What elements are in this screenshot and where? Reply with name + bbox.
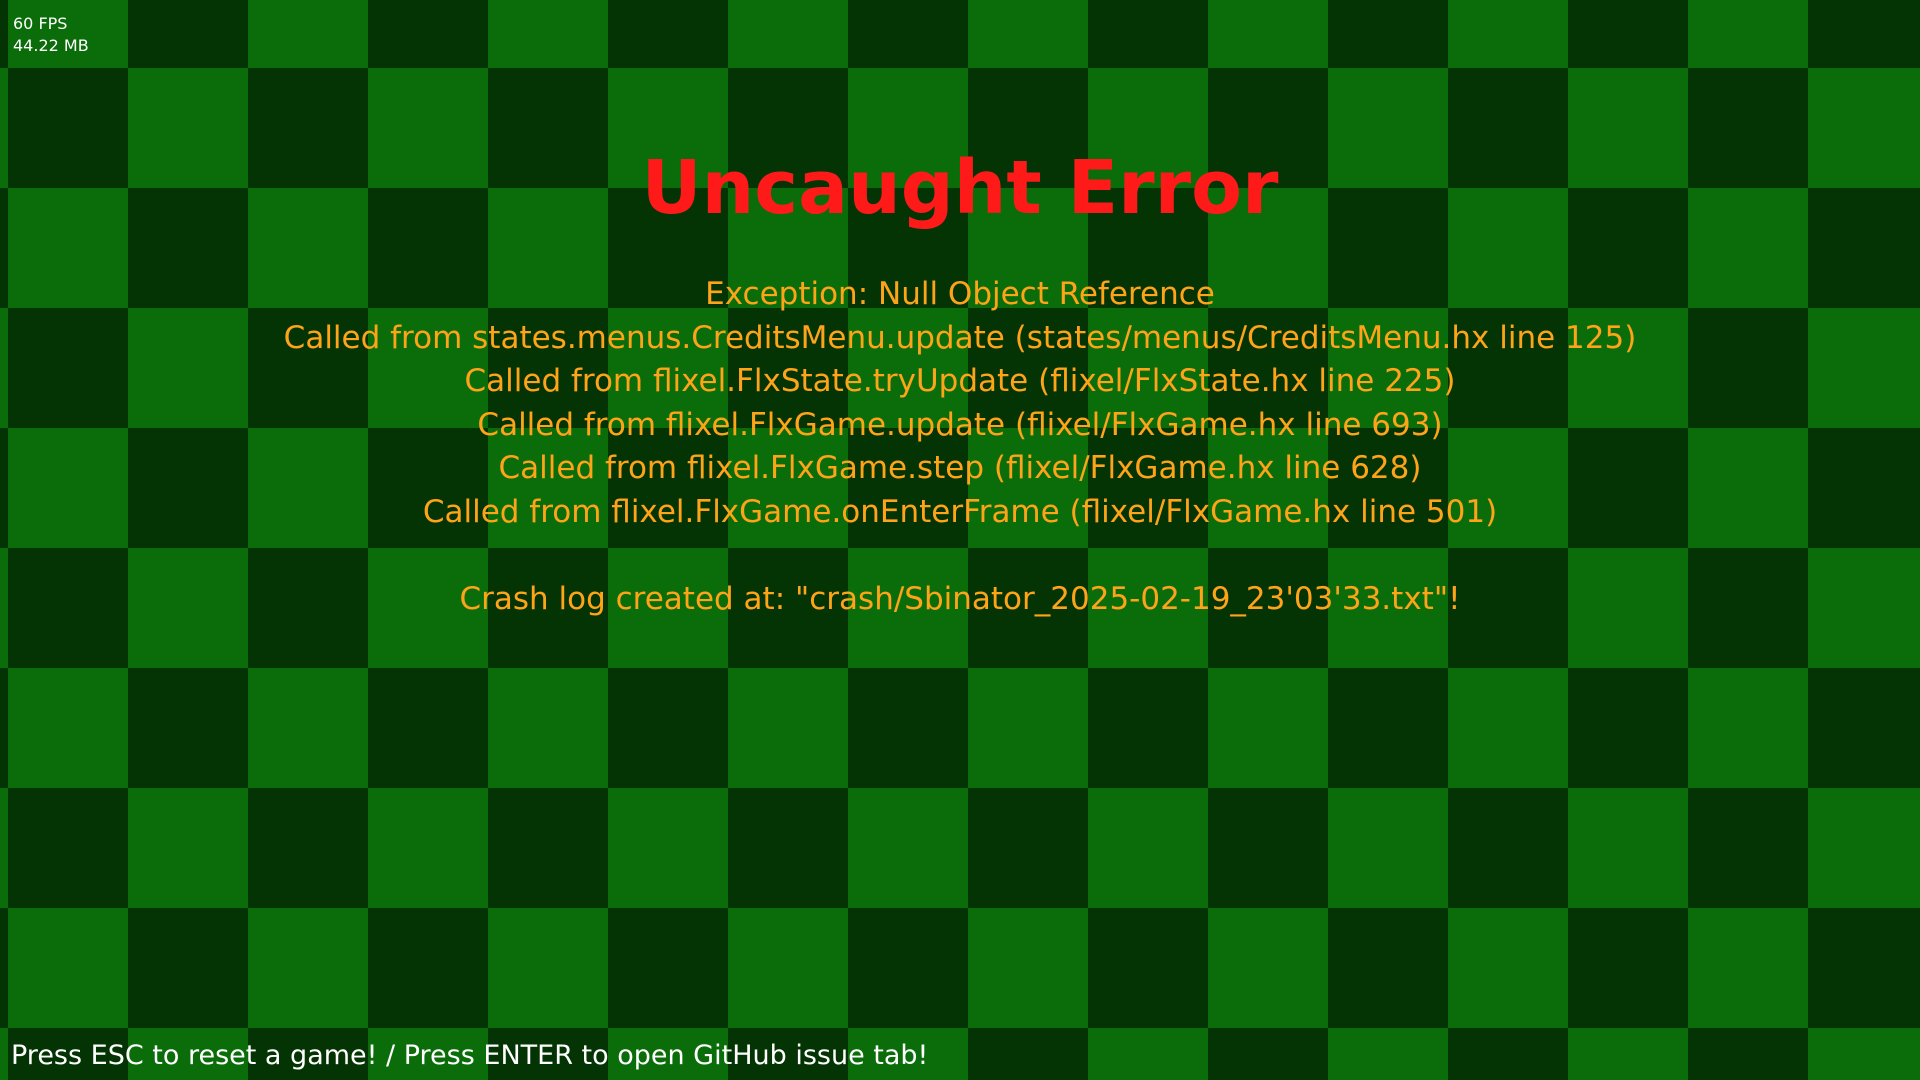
crash-screen: 60 FPS 44.22 MB Uncaught Error Exception… bbox=[0, 0, 1920, 1080]
exception-message: Exception: Null Object Reference bbox=[705, 276, 1215, 312]
fps-counter-text: 60 FPS bbox=[13, 14, 68, 33]
error-details: Exception: Null Object Reference Called … bbox=[0, 273, 1920, 621]
stack-trace-line: Called from flixel.FlxGame.update (flixe… bbox=[477, 406, 1443, 443]
controls-hint: Press ESC to reset a game! / Press ENTER… bbox=[11, 1040, 929, 1071]
debug-overlay: 60 FPS 44.22 MB bbox=[13, 13, 89, 57]
stack-trace-line: Called from states.menus.CreditsMenu.upd… bbox=[283, 319, 1637, 356]
crash-log-path: Crash log created at: "crash/Sbinator_20… bbox=[459, 580, 1461, 617]
stack-trace-line: Called from flixel.FlxState.tryUpdate (f… bbox=[464, 363, 1456, 399]
memory-usage-text: 44.22 MB bbox=[13, 36, 89, 55]
stack-trace-line: Called from flixel.FlxGame.step (flixel/… bbox=[498, 450, 1422, 486]
error-title: Uncaught Error bbox=[641, 145, 1279, 231]
stack-trace-line: Called from flixel.FlxGame.onEnterFrame … bbox=[422, 493, 1498, 530]
